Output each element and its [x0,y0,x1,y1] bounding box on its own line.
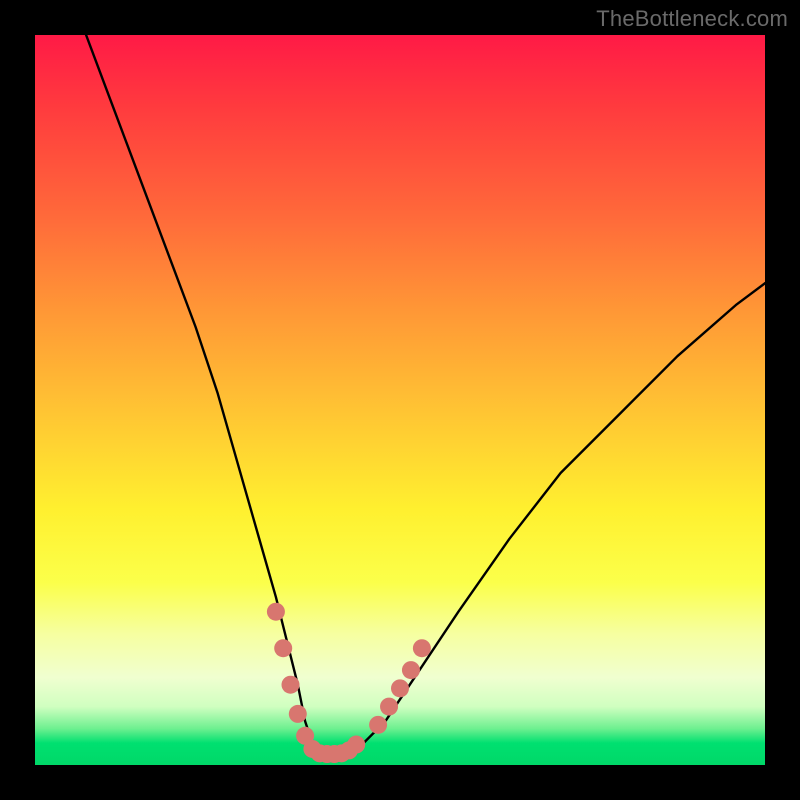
highlight-dot [274,639,292,657]
highlight-dot [282,676,300,694]
highlight-dot [267,603,285,621]
chart-frame: TheBottleneck.com [0,0,800,800]
curve-svg [35,35,765,765]
highlight-dot [402,661,420,679]
plot-area [35,35,765,765]
highlight-dot [289,705,307,723]
watermark-label: TheBottleneck.com [596,6,788,32]
highlight-dot [347,736,365,754]
highlight-dot [380,698,398,716]
highlight-dot [391,679,409,697]
highlight-dot [413,639,431,657]
highlight-dots [267,603,431,763]
highlight-dot [369,716,387,734]
